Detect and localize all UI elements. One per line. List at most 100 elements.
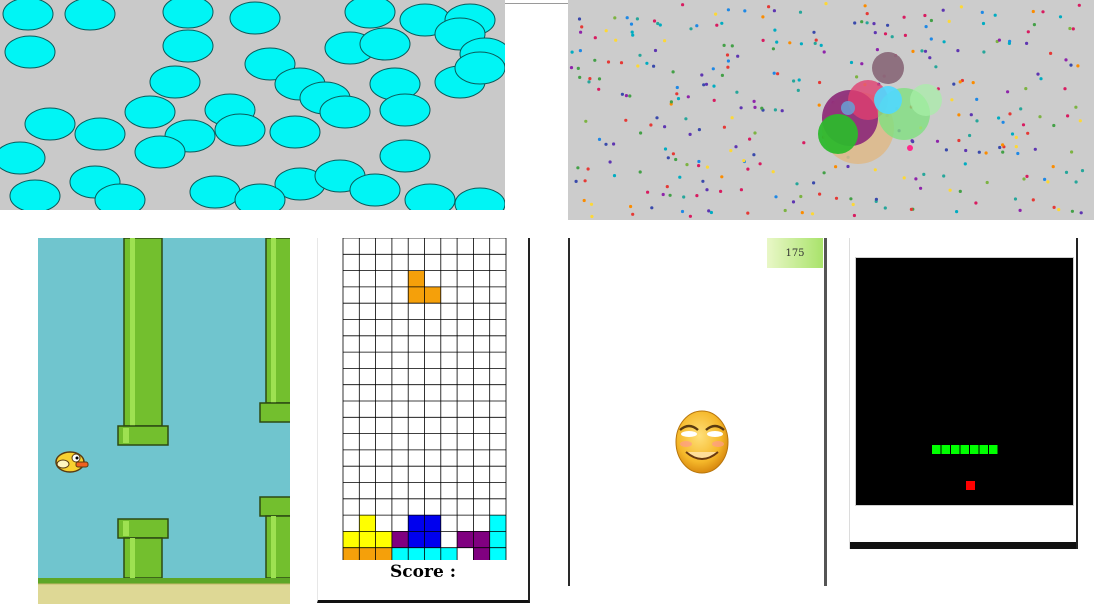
bubble [4, 35, 56, 69]
food-pellet [993, 13, 997, 17]
food-pellet [1022, 177, 1026, 181]
food-pellet [1074, 180, 1078, 184]
bubbles-game-panel[interactable] [0, 0, 505, 210]
food-pellet [734, 145, 738, 149]
bubbles-canvas[interactable] [0, 0, 505, 210]
agar-game-panel[interactable] [568, 0, 1094, 220]
food-pellet [722, 43, 726, 48]
food-pellet [635, 17, 639, 21]
flappy-canvas[interactable] [38, 238, 290, 604]
food-pellet [964, 148, 968, 153]
food-pellet [980, 10, 984, 14]
bubble [269, 115, 321, 149]
food-pellet [1046, 180, 1050, 184]
food-pellet [604, 142, 608, 146]
food-pellet [799, 194, 803, 199]
food-pellet [758, 162, 762, 166]
bubble [454, 51, 505, 85]
snake-board[interactable] [855, 257, 1074, 506]
food-pellet [1041, 10, 1045, 14]
agar-canvas[interactable] [568, 0, 1094, 220]
food-pellet [774, 195, 778, 199]
food-pellet [860, 20, 864, 24]
divider-line [505, 3, 568, 4]
food-pellet [812, 30, 816, 34]
food-pellet [578, 75, 582, 79]
tetris-block [375, 547, 392, 560]
bubble [454, 187, 505, 210]
tetris-board[interactable] [318, 238, 530, 560]
bubble [2, 0, 54, 31]
food-pellet [963, 162, 967, 166]
food-pellet [883, 206, 887, 210]
tetris-game-panel[interactable]: Score : [317, 238, 530, 603]
food-pellet [570, 50, 574, 54]
food-pellet [948, 188, 952, 192]
food-pellet [971, 81, 975, 85]
food-pellet [743, 9, 747, 13]
food-pellet [865, 12, 869, 16]
food-pellet [834, 196, 839, 200]
food-pellet [638, 53, 642, 57]
food-pellet [671, 70, 675, 74]
snake-game-panel[interactable] [849, 238, 1078, 549]
food-pellet [663, 125, 667, 129]
food-pellet [791, 200, 796, 204]
food-pellet [682, 195, 686, 199]
food-pellet [752, 99, 756, 103]
food-pellet [1031, 9, 1035, 14]
food-pellet [1033, 147, 1037, 151]
food-pellet [614, 38, 618, 42]
left-wall [568, 238, 570, 586]
food-pellet [760, 106, 764, 110]
food-pellet [923, 49, 928, 53]
food-pellet [1070, 209, 1074, 213]
tetris-block [343, 531, 360, 548]
food-pellet [719, 189, 723, 193]
food-pellet [645, 61, 649, 65]
food-pellet [1080, 169, 1085, 173]
food-pellet [1079, 211, 1083, 215]
tetris-block [359, 531, 376, 548]
food-pellet [1031, 198, 1035, 202]
food-pellet [665, 185, 669, 189]
food-pellet [775, 40, 779, 44]
food-pellet [578, 49, 582, 53]
food-pellet [922, 172, 926, 176]
bubble [9, 179, 61, 210]
food-pellet [624, 94, 628, 98]
food-pellet [631, 212, 635, 216]
food-pellet [1068, 26, 1072, 31]
food-pellet [1064, 170, 1069, 174]
food-pellet [928, 56, 932, 60]
tetris-block [424, 286, 441, 304]
food-pellet [771, 170, 775, 174]
food-pellet [712, 98, 716, 102]
dodge-game-panel[interactable]: 175 [555, 238, 827, 586]
food-pellet [1071, 27, 1075, 31]
food-pellet [955, 210, 959, 214]
food-pellet [742, 159, 746, 163]
flappy-bird-game-panel[interactable] [38, 238, 290, 604]
food-pellet [688, 132, 692, 136]
food-pellet [655, 116, 659, 120]
food-pellet [711, 67, 715, 71]
food-pellet [1026, 131, 1030, 135]
food-pellet [1038, 115, 1042, 119]
food-pellet [583, 179, 587, 183]
food-pellet [941, 8, 945, 12]
bubble [24, 107, 76, 141]
food-pellet [798, 10, 803, 14]
food-pellet [771, 47, 775, 51]
food-pellet [705, 188, 709, 192]
food-pellet [977, 150, 981, 154]
snake-segment [979, 445, 988, 454]
food-pellet [985, 180, 989, 185]
pipe-top-right [259, 238, 290, 423]
food-pellet [1001, 143, 1005, 147]
food-pellet [942, 40, 946, 44]
food-pellet [604, 29, 608, 33]
food-pellet [680, 209, 685, 214]
food-pellet [1052, 123, 1056, 128]
food-pellet [799, 42, 803, 46]
